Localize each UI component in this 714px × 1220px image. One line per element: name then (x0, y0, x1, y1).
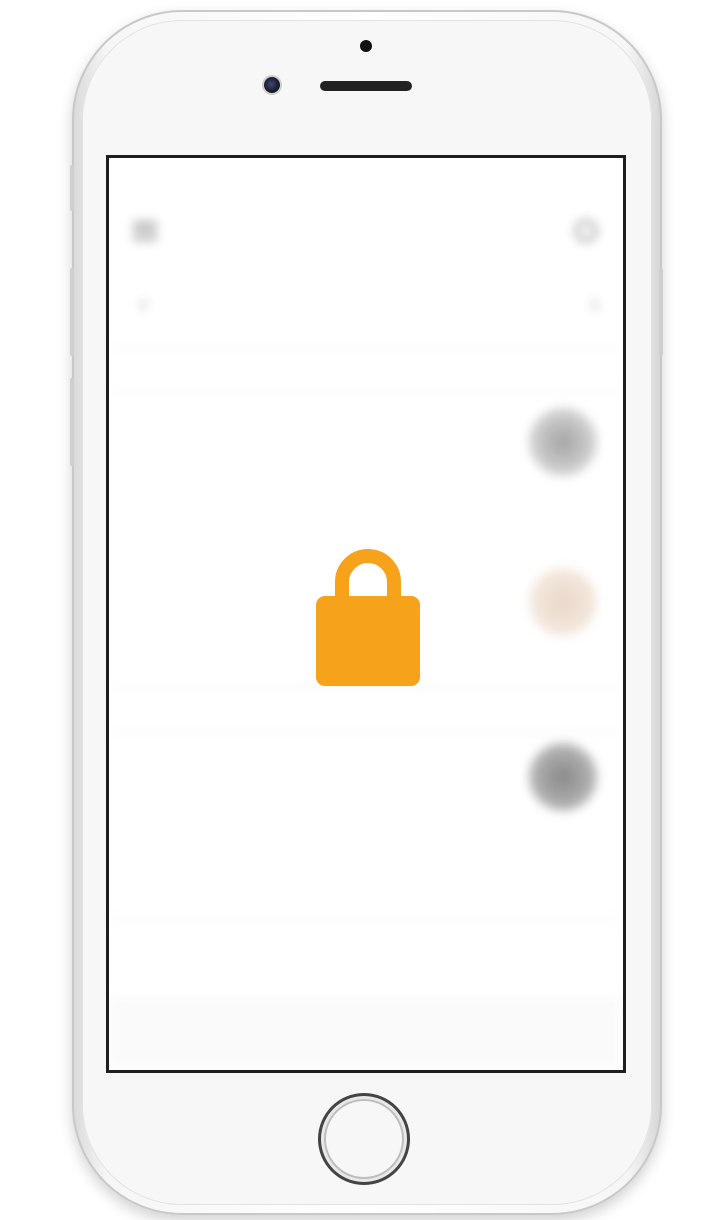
side-button-mute (70, 165, 74, 211)
divider (109, 392, 623, 393)
phone-screen: ‹ › (106, 155, 626, 1073)
avatar (529, 408, 597, 476)
search-icon (575, 220, 597, 242)
menu-icon (133, 222, 157, 240)
nav-bar (109, 194, 623, 274)
chevron-left-icon: ‹ (139, 288, 148, 318)
divider (109, 732, 623, 733)
front-camera (264, 77, 280, 93)
divider (109, 688, 623, 689)
period-selector: ‹ › (109, 278, 623, 328)
avatar (529, 743, 597, 811)
proximity-sensor (360, 40, 372, 52)
side-button-volume-up (70, 268, 74, 356)
tab-bar (109, 999, 623, 1070)
status-bar (109, 166, 623, 186)
lock-icon (314, 546, 422, 686)
avatar (529, 568, 597, 636)
home-button[interactable] (318, 1093, 410, 1185)
side-button-volume-down (70, 378, 74, 466)
chevron-right-icon: › (590, 288, 599, 318)
divider (109, 918, 623, 919)
divider (109, 348, 623, 349)
side-button-power (659, 268, 663, 356)
earpiece-speaker (320, 81, 412, 91)
